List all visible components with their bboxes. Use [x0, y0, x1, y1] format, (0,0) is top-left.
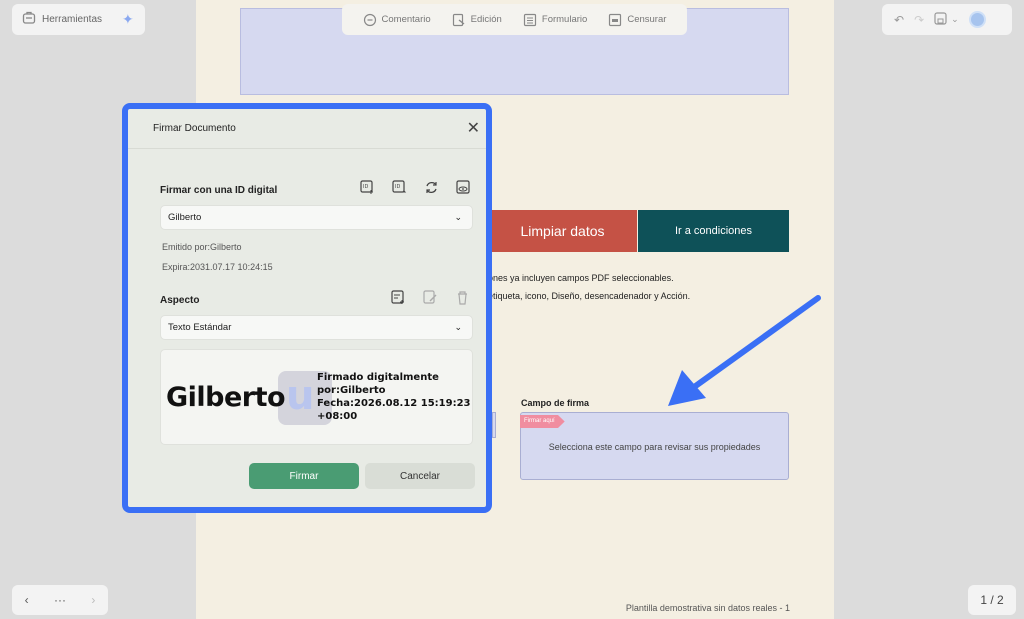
redact-icon — [609, 13, 622, 26]
edit-icon — [452, 13, 465, 26]
tab-edit[interactable]: Edición — [452, 13, 502, 27]
tab-comment-label: Comentario — [381, 14, 431, 25]
new-appearance-icon[interactable] — [390, 289, 406, 305]
tools-label: Herramientas — [42, 14, 103, 25]
appearance-value: Texto Estándar — [168, 322, 232, 333]
edit-appearance-icon — [422, 289, 438, 305]
sign-document-dialog: Firmar Documento ✕ Firmar con una ID dig… — [122, 103, 492, 513]
arrow-annotation-icon — [668, 295, 821, 406]
page-navigation: ‹ ··· › — [12, 585, 108, 615]
svg-text:ID: ID — [363, 184, 368, 190]
sign-here-tag: Firmar aquí — [520, 415, 565, 428]
go-to-conditions-button[interactable]: Ir a condiciones — [638, 210, 789, 252]
dialog-header: Firmar Documento ✕ — [128, 109, 486, 149]
form-icon — [523, 13, 536, 26]
small-form-field[interactable] — [492, 412, 496, 438]
import-id-icon[interactable]: ID — [391, 179, 407, 195]
appearance-actions — [390, 289, 470, 305]
chevron-down-icon: ⌄ — [454, 322, 462, 332]
comment-icon — [363, 13, 376, 26]
tab-edit-label: Edición — [470, 14, 502, 25]
signature-preview: u Gilberto Firmado digitalmente por:Gilb… — [160, 349, 473, 445]
signature-field-hint: Selecciona este campo para revisar sus p… — [548, 442, 761, 452]
tab-form[interactable]: Formulario — [523, 13, 587, 27]
preview-signer-name: Gilberto — [166, 382, 286, 413]
avatar[interactable] — [968, 11, 986, 28]
signature-field[interactable]: Firmar aquí Selecciona este campo para r… — [520, 412, 789, 480]
chevron-down-icon: ⌄ — [454, 212, 462, 222]
page-count: 1 / 2 — [968, 585, 1016, 615]
issued-by-text: Emitido por:Gilberto — [162, 242, 242, 252]
close-icon[interactable]: ✕ — [467, 120, 480, 137]
svg-text:ID: ID — [395, 184, 400, 190]
preview-signature-details: Firmado digitalmente por:Gilberto Fecha:… — [317, 372, 471, 422]
sign-button[interactable]: Firmar — [249, 463, 359, 489]
tab-comment[interactable]: Comentario — [363, 13, 431, 27]
history-toolbar: ↶ ↷ ⌄ — [882, 4, 1012, 35]
cancel-button[interactable]: Cancelar — [365, 463, 475, 489]
clear-data-button[interactable]: Limpiar datos — [488, 210, 637, 252]
tools-icon — [22, 11, 36, 28]
ai-sparkle-icon[interactable]: ✦ — [122, 11, 134, 28]
next-page-icon[interactable]: › — [91, 593, 95, 607]
save-icon[interactable] — [934, 11, 947, 28]
refresh-icon[interactable] — [423, 179, 439, 195]
undo-icon[interactable]: ↶ — [894, 13, 904, 27]
delete-appearance-icon — [454, 289, 470, 305]
tab-form-label: Formulario — [541, 14, 588, 25]
view-id-icon[interactable] — [455, 179, 471, 195]
edit-toolbar: Comentario Edición Formulario Censurar — [342, 4, 687, 35]
doc-text-line: ones ya incluyen campos PDF seleccionabl… — [488, 273, 674, 283]
dialog-title: Firmar Documento — [153, 123, 236, 134]
digital-id-heading: Firmar con una ID digital — [160, 185, 278, 196]
expiry-text: Expira:2031.07.17 10:24:15 — [162, 262, 273, 272]
add-id-icon[interactable]: ID — [359, 179, 375, 195]
chevron-down-icon[interactable]: ⌄ — [951, 14, 959, 25]
appearance-heading: Aspecto — [160, 295, 200, 306]
more-pages-icon[interactable]: ··· — [54, 593, 66, 607]
signature-field-label: Campo de firma — [521, 398, 590, 408]
redo-icon[interactable]: ↷ — [914, 13, 924, 27]
digital-id-select[interactable]: Gilberto ⌄ — [160, 205, 473, 230]
tab-redact[interactable]: Censurar — [608, 13, 666, 27]
digital-id-value: Gilberto — [168, 212, 202, 223]
page-footer: Plantilla demostrativa sin datos reales … — [625, 603, 790, 613]
digital-id-actions: ID ID — [359, 179, 471, 195]
appearance-select[interactable]: Texto Estándar ⌄ — [160, 315, 473, 340]
tools-menu[interactable]: Herramientas ✦ — [12, 4, 145, 35]
tab-redact-label: Censurar — [627, 14, 667, 25]
previous-page-icon[interactable]: ‹ — [25, 593, 29, 607]
